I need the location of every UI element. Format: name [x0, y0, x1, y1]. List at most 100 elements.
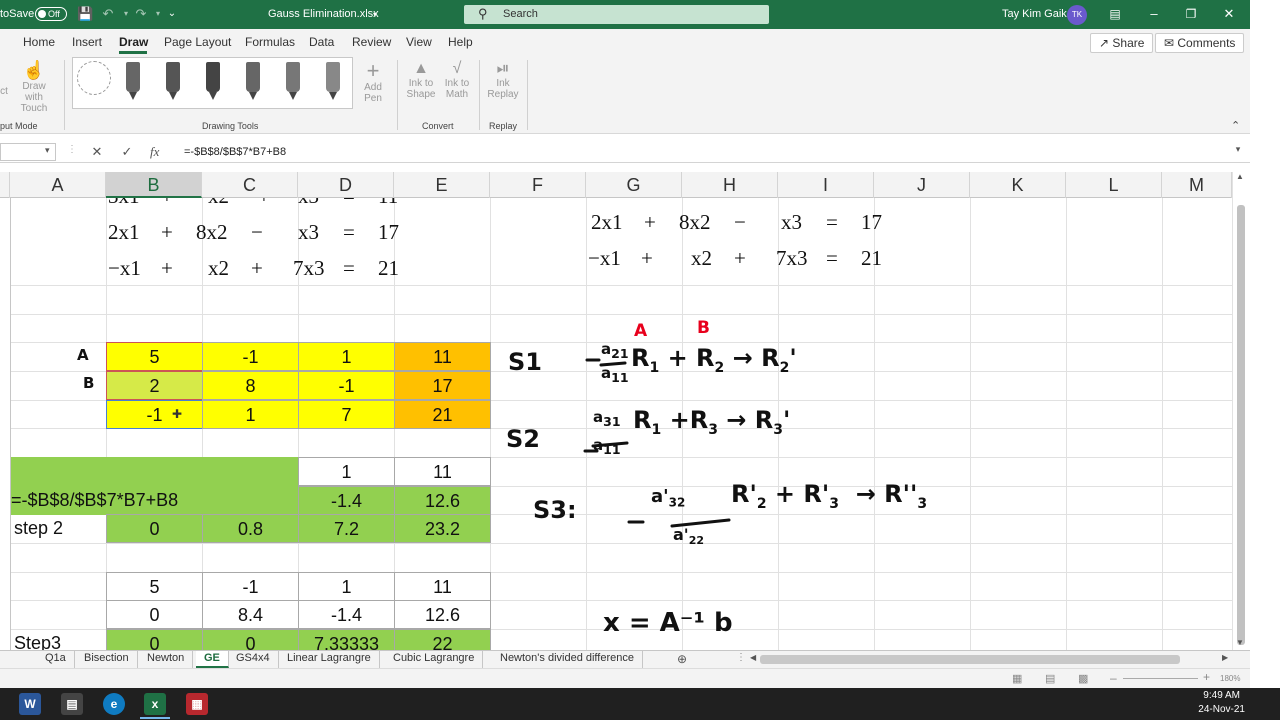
- avatar[interactable]: TK: [1067, 5, 1087, 25]
- table-cell[interactable]: 1: [298, 342, 395, 371]
- lasso-select-icon[interactable]: [77, 61, 111, 95]
- table-cell[interactable]: 17: [394, 371, 491, 400]
- table-cell[interactable]: 7.33333: [298, 629, 395, 650]
- column-header[interactable]: H: [682, 172, 778, 198]
- name-box[interactable]: ▾: [0, 143, 56, 161]
- draw-with-touch-button[interactable]: ☝ Draw with Touch: [14, 60, 54, 114]
- insert-function-icon[interactable]: fx: [150, 144, 159, 160]
- table-cell[interactable]: 5: [106, 572, 203, 601]
- table-cell[interactable]: 7: [298, 400, 395, 429]
- page-layout-view-icon[interactable]: ▤: [1045, 672, 1055, 685]
- search-box[interactable]: ⚲ Search: [464, 5, 769, 24]
- column-header[interactable]: A: [10, 172, 106, 198]
- sheet-tab[interactable]: Linear Lagrangre: [279, 651, 380, 668]
- undo-dropdown-icon[interactable]: ▾: [118, 6, 134, 22]
- table-cell[interactable]: 2: [106, 371, 203, 400]
- table-cell[interactable]: -1: [106, 400, 203, 429]
- table-cell[interactable]: 21: [394, 400, 491, 429]
- highlighter-icon[interactable]: [286, 62, 300, 100]
- scroll-right-icon[interactable]: ▶: [1222, 653, 1228, 662]
- table-cell[interactable]: -1.4: [298, 600, 395, 629]
- tab-home[interactable]: Home: [23, 35, 55, 49]
- table-cell[interactable]: -1: [202, 572, 299, 601]
- table-cell[interactable]: 1: [298, 572, 395, 601]
- sheet-tab[interactable]: Newton's divided difference: [492, 651, 643, 668]
- normal-view-icon[interactable]: ▦: [1012, 672, 1022, 685]
- ribbon-display-icon[interactable]: ▤: [1107, 6, 1123, 22]
- user-name[interactable]: Tay Kim Gaik: [1002, 8, 1067, 20]
- sheet-tab-active[interactable]: GE: [196, 651, 229, 668]
- add-sheet-icon[interactable]: ⊕: [677, 652, 687, 666]
- zoom-in-icon[interactable]: +: [1203, 670, 1210, 684]
- ink-to-shape-button[interactable]: ▲ Ink to Shape: [404, 60, 438, 100]
- scroll-left-icon[interactable]: ◀: [750, 653, 756, 662]
- column-header[interactable]: J: [874, 172, 970, 198]
- table-cell[interactable]: 8: [202, 371, 299, 400]
- tab-help[interactable]: Help: [448, 35, 473, 49]
- expand-formula-bar-icon[interactable]: ▾: [1230, 144, 1246, 155]
- pencil-icon[interactable]: [326, 62, 340, 100]
- table-cell[interactable]: 11: [394, 342, 491, 371]
- column-header[interactable]: E: [394, 172, 490, 198]
- tab-review[interactable]: Review: [352, 35, 391, 49]
- table-cell[interactable]: 8.4: [202, 600, 299, 629]
- column-header[interactable]: L: [1066, 172, 1162, 198]
- table-cell[interactable]: -1.4: [298, 486, 395, 515]
- edge-icon[interactable]: e: [103, 693, 125, 715]
- table-cell[interactable]: 23.2: [394, 514, 491, 543]
- page-break-view-icon[interactable]: ▩: [1078, 672, 1088, 685]
- table-cell[interactable]: 11: [394, 572, 491, 601]
- ink-to-math-button[interactable]: √ Ink to Math: [440, 60, 474, 100]
- undo-icon[interactable]: ↶: [100, 6, 116, 22]
- scroll-thumb[interactable]: [1237, 205, 1245, 645]
- column-header[interactable]: D: [298, 172, 394, 198]
- column-header[interactable]: C: [202, 172, 298, 198]
- table-cell[interactable]: 1: [298, 457, 395, 486]
- column-header[interactable]: I: [778, 172, 874, 198]
- tab-insert[interactable]: Insert: [72, 35, 102, 49]
- sheet-tab[interactable]: Cubic Lagrangre: [385, 651, 484, 668]
- zoom-level[interactable]: 180%: [1220, 674, 1240, 683]
- pen-icon[interactable]: [206, 62, 220, 100]
- table-cell[interactable]: -1: [298, 371, 395, 400]
- column-header[interactable]: G: [586, 172, 682, 198]
- calculator-icon[interactable]: ▤: [61, 693, 83, 715]
- pen-icon[interactable]: [166, 62, 180, 100]
- redo-icon[interactable]: ↷: [133, 6, 149, 22]
- add-pen-button[interactable]: + Add Pen: [359, 60, 387, 105]
- table-cell[interactable]: 5: [106, 342, 203, 371]
- tab-page-layout[interactable]: Page Layout: [164, 35, 231, 49]
- scroll-up-icon[interactable]: ▲: [1236, 172, 1244, 181]
- pen-icon[interactable]: [246, 62, 260, 100]
- tab-draw[interactable]: Draw: [119, 35, 148, 49]
- pen-icon[interactable]: [126, 62, 140, 100]
- ink-replay-button[interactable]: ⏯ Ink Replay: [485, 60, 521, 100]
- cancel-icon[interactable]: ✕: [89, 144, 105, 160]
- collapse-ribbon-icon[interactable]: ⌃: [1231, 119, 1240, 132]
- close-icon[interactable]: ✕: [1221, 6, 1237, 22]
- save-icon[interactable]: 💾: [77, 6, 93, 22]
- comments-button[interactable]: ✉ Comments: [1155, 33, 1245, 53]
- vertical-scrollbar[interactable]: ▲ ▼: [1232, 172, 1248, 650]
- select-all-corner[interactable]: [0, 172, 10, 198]
- word-icon[interactable]: W: [19, 693, 41, 715]
- tab-data[interactable]: Data: [309, 35, 334, 49]
- column-header[interactable]: M: [1162, 172, 1232, 198]
- zoom-out-icon[interactable]: –: [1110, 671, 1117, 685]
- tab-formulas[interactable]: Formulas: [245, 35, 295, 49]
- sheet-tab[interactable]: Q1a: [37, 651, 75, 668]
- autosave-toggle[interactable]: Off: [35, 7, 67, 21]
- table-cell[interactable]: 7.2: [298, 514, 395, 543]
- column-header[interactable]: K: [970, 172, 1066, 198]
- sheet-tab[interactable]: GS4x4: [228, 651, 279, 668]
- enter-icon[interactable]: ✓: [119, 144, 135, 160]
- table-cell[interactable]: 0: [106, 629, 203, 650]
- clock-time[interactable]: 9:49 AM: [1200, 690, 1240, 701]
- restore-icon[interactable]: ❐: [1183, 6, 1199, 22]
- sheet-tab[interactable]: Newton: [139, 651, 194, 668]
- scroll-down-icon[interactable]: ▼: [1236, 638, 1244, 647]
- column-header-selected[interactable]: B: [106, 172, 202, 198]
- table-cell[interactable]: 0: [106, 600, 203, 629]
- file-name[interactable]: Gauss Elimination.xlsx: [268, 8, 379, 20]
- table-cell[interactable]: 12.6: [394, 486, 491, 515]
